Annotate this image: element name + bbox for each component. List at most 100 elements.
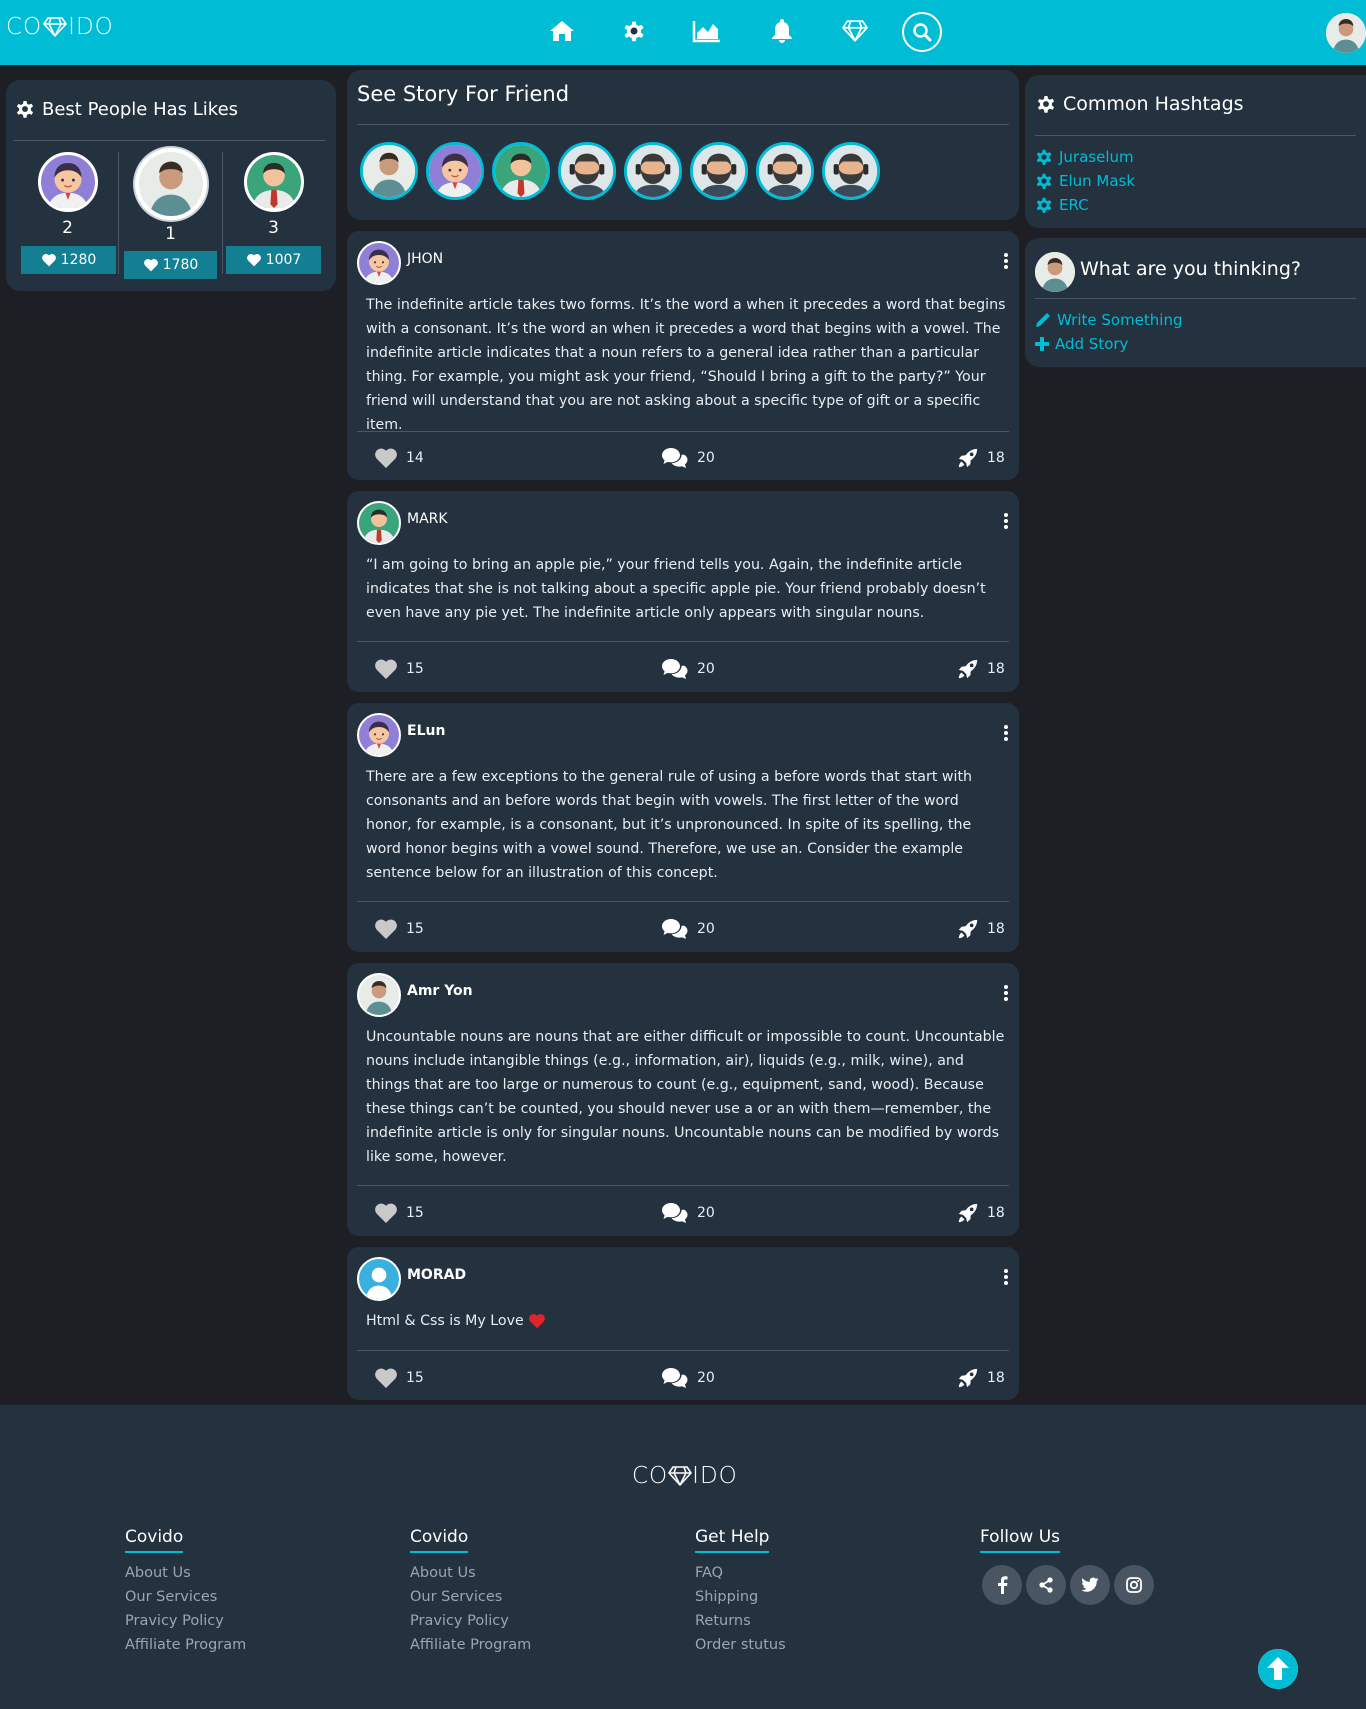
- more-options-icon[interactable]: [1003, 253, 1009, 269]
- search-button[interactable]: [902, 12, 942, 52]
- footer-link[interactable]: About Us: [410, 1565, 476, 1581]
- rank-number: 2: [62, 218, 73, 238]
- more-options-icon[interactable]: [1003, 985, 1009, 1001]
- like-button[interactable]: 15: [374, 1202, 424, 1224]
- comments-icon: [661, 658, 689, 680]
- story-avatar[interactable]: [756, 142, 814, 200]
- brand-logo[interactable]: CO IDO: [6, 14, 114, 40]
- comments-icon: [661, 1202, 689, 1224]
- comment-button[interactable]: 20: [661, 918, 715, 940]
- story-avatar[interactable]: [360, 142, 418, 200]
- footer-link[interactable]: Affiliate Program: [410, 1637, 531, 1653]
- story-avatar[interactable]: [624, 142, 682, 200]
- post-text: There are a few exceptions to the genera…: [366, 769, 973, 881]
- heart-icon: [374, 447, 398, 469]
- footer-link[interactable]: Pravicy Policy: [410, 1613, 509, 1629]
- post-author-name[interactable]: JHON: [407, 251, 443, 267]
- footer-link[interactable]: Shipping: [695, 1589, 758, 1605]
- like-button[interactable]: 15: [374, 1367, 424, 1389]
- hashtag-link[interactable]: Elun Mask: [1034, 171, 1135, 191]
- post-author-name[interactable]: ELun: [407, 723, 445, 739]
- like-button[interactable]: 14: [374, 447, 424, 469]
- twitter-button[interactable]: [1070, 1565, 1110, 1605]
- best-person-2[interactable]: 2: [20, 152, 115, 238]
- rocket-icon: [957, 1202, 979, 1224]
- share-button[interactable]: 18: [957, 658, 1005, 680]
- heart-icon: [41, 253, 57, 267]
- like-button[interactable]: 15: [374, 658, 424, 680]
- like-button[interactable]: 15: [374, 918, 424, 940]
- post-author-avatar[interactable]: [357, 973, 401, 1017]
- story-avatar[interactable]: [690, 142, 748, 200]
- best-person-3[interactable]: 3: [226, 152, 321, 238]
- hashtag-link[interactable]: Juraselum: [1034, 147, 1134, 167]
- footer-logo[interactable]: CO IDO: [632, 1463, 738, 1489]
- diamond-icon[interactable]: [840, 16, 870, 46]
- post-author-avatar[interactable]: [357, 501, 401, 545]
- pencil-icon: [1036, 313, 1050, 327]
- scroll-to-top-button[interactable]: [1258, 1649, 1298, 1689]
- comment-button[interactable]: 20: [661, 1202, 715, 1224]
- facebook-button[interactable]: [982, 1565, 1022, 1605]
- likes-badge: 1780: [124, 251, 217, 279]
- stories-title: See Story For Friend: [357, 82, 570, 106]
- red-heart-icon: [528, 1313, 546, 1329]
- post-text: Html & Css is My Love: [366, 1309, 1006, 1333]
- heart-icon: [374, 1202, 398, 1224]
- share-button[interactable]: 18: [957, 447, 1005, 469]
- post-author-name[interactable]: MARK: [407, 511, 448, 527]
- share-button[interactable]: 18: [957, 918, 1005, 940]
- chart-icon[interactable]: [692, 16, 722, 46]
- more-options-icon[interactable]: [1003, 1269, 1009, 1285]
- comment-button[interactable]: 20: [661, 658, 715, 680]
- best-people-title: Best People Has Likes: [14, 98, 238, 120]
- footer-link[interactable]: Returns: [695, 1613, 751, 1629]
- share-button[interactable]: 18: [957, 1367, 1005, 1389]
- footer-link[interactable]: About Us: [125, 1565, 191, 1581]
- add-story-link[interactable]: Add Story: [1034, 335, 1128, 353]
- diamond-logo-icon: [43, 16, 67, 38]
- best-people-panel: Best People Has Likes 2 1280 1 1780 3 10…: [6, 80, 336, 291]
- footer-link[interactable]: Our Services: [125, 1589, 217, 1605]
- story-avatar[interactable]: [492, 142, 550, 200]
- heart-icon: [374, 918, 398, 940]
- post-author-avatar[interactable]: [357, 713, 401, 757]
- hashtags-title: Common Hashtags: [1035, 93, 1244, 115]
- rank-number: 3: [268, 218, 279, 238]
- post-text: The indefinite article takes two forms. …: [366, 297, 1006, 433]
- footer-link[interactable]: FAQ: [695, 1565, 723, 1581]
- user-avatar[interactable]: [1326, 13, 1366, 53]
- more-options-icon[interactable]: [1003, 513, 1009, 529]
- post-author-avatar[interactable]: [357, 1257, 401, 1301]
- best-person-1[interactable]: 1: [123, 148, 218, 244]
- comment-button[interactable]: 20: [661, 1367, 715, 1389]
- story-avatar[interactable]: [426, 142, 484, 200]
- footer-link[interactable]: Our Services: [410, 1589, 502, 1605]
- share-button[interactable]: 18: [957, 1202, 1005, 1224]
- more-options-icon[interactable]: [1003, 725, 1009, 741]
- post-author-name[interactable]: MORAD: [407, 1267, 466, 1283]
- plus-icon: [1035, 337, 1049, 351]
- footer-link[interactable]: Affiliate Program: [125, 1637, 246, 1653]
- home-icon[interactable]: [547, 16, 577, 46]
- write-something-link[interactable]: Write Something: [1034, 311, 1183, 329]
- facebook-icon: [998, 1576, 1008, 1594]
- instagram-button[interactable]: [1114, 1565, 1154, 1605]
- share-social-button[interactable]: [1026, 1565, 1066, 1605]
- comment-button[interactable]: 20: [661, 447, 715, 469]
- comments-icon: [661, 1367, 689, 1389]
- cog-icon: [1035, 93, 1057, 115]
- bell-icon[interactable]: [767, 16, 797, 46]
- hashtag-link[interactable]: ERC: [1034, 195, 1089, 215]
- footer-column-title: Get Help: [695, 1527, 770, 1553]
- footer-link[interactable]: Order stutus: [695, 1637, 786, 1653]
- post-author-name[interactable]: Amr Yon: [407, 983, 473, 999]
- post-author-avatar[interactable]: [357, 241, 401, 285]
- diamond-logo-icon: [668, 1465, 692, 1487]
- story-avatar[interactable]: [558, 142, 616, 200]
- top-navbar: CO IDO: [0, 0, 1366, 65]
- story-avatar[interactable]: [822, 142, 880, 200]
- cog-icon[interactable]: [619, 16, 649, 46]
- footer-link[interactable]: Pravicy Policy: [125, 1613, 224, 1629]
- likes-badge: 1007: [226, 246, 321, 274]
